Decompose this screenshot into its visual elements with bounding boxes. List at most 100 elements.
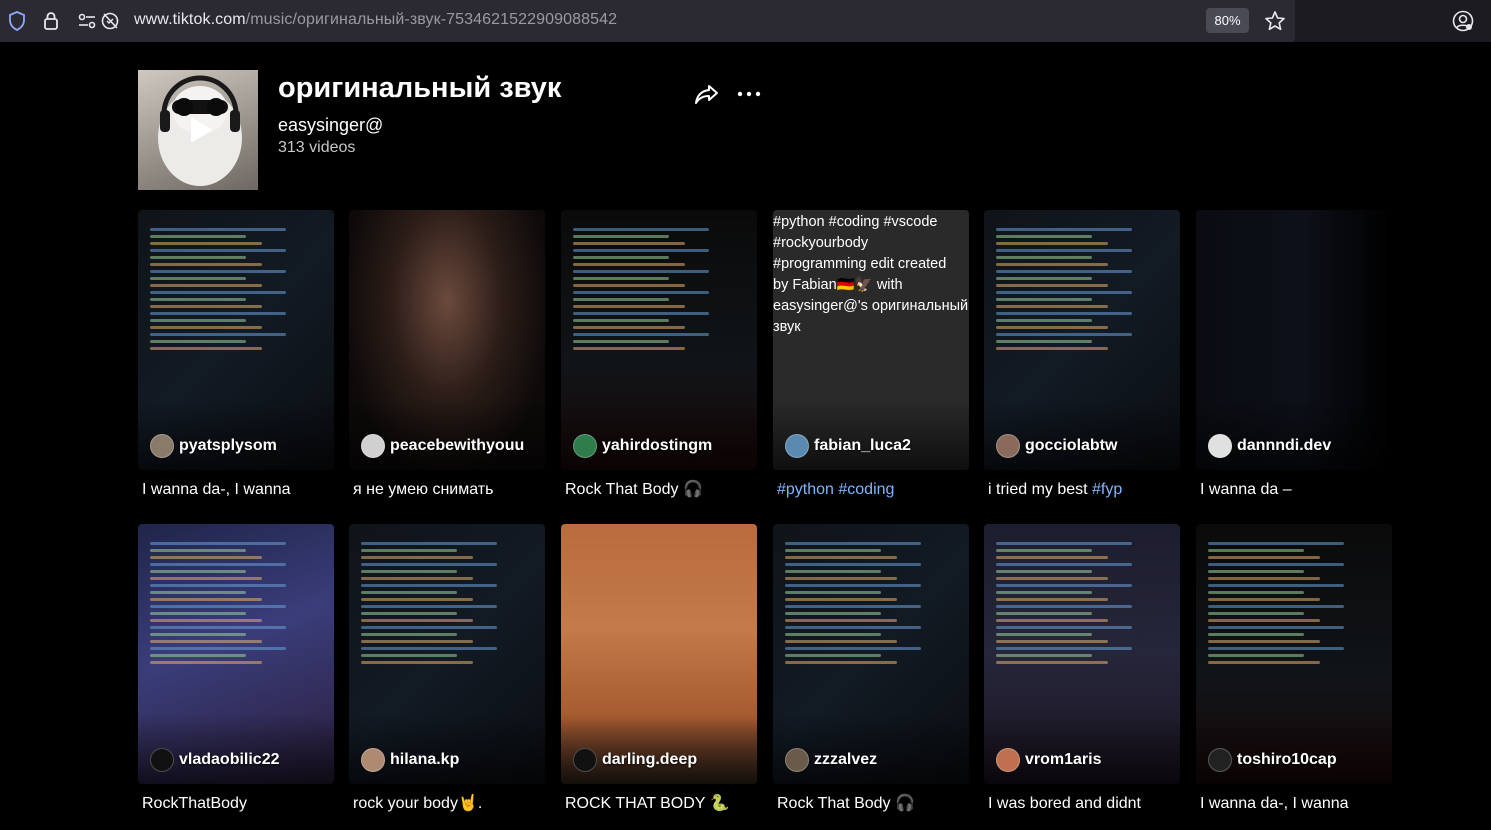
- video-thumbnail[interactable]: gocciolabtw: [984, 210, 1180, 470]
- video-caption[interactable]: я не умею снимать: [349, 479, 545, 501]
- video-thumbnail[interactable]: toshiro10cap: [1196, 524, 1392, 784]
- video-author[interactable]: yahirdostingm: [573, 434, 712, 458]
- video-caption[interactable]: ROCK THAT BODY 🐍: [561, 793, 757, 815]
- permissions-icon[interactable]: [78, 11, 124, 31]
- video-thumbnail[interactable]: vrom1aris: [984, 524, 1180, 784]
- account-icon[interactable]: [1452, 10, 1474, 32]
- video-thumbnail[interactable]: dannndi.dev: [1196, 210, 1392, 470]
- video-author[interactable]: zzzalvez: [785, 748, 877, 772]
- username[interactable]: toshiro10cap: [1237, 751, 1337, 769]
- code-screen-graphic: [996, 224, 1156, 354]
- caption-hashtags[interactable]: #fyp: [1092, 481, 1122, 498]
- video-author[interactable]: dannndi.dev: [1208, 434, 1331, 458]
- avatar[interactable]: [996, 434, 1020, 458]
- star-icon[interactable]: [1264, 10, 1286, 32]
- avatar[interactable]: [573, 434, 597, 458]
- video-card[interactable]: vrom1aris I was bored and didnt: [984, 524, 1180, 815]
- avatar[interactable]: [361, 748, 385, 772]
- avatar[interactable]: [1208, 434, 1232, 458]
- address-bar[interactable]: www.tiktok.com/music/оригинальный-звук-7…: [0, 0, 1295, 42]
- video-caption[interactable]: I wanna da –: [1196, 479, 1392, 501]
- avatar[interactable]: [150, 434, 174, 458]
- video-card[interactable]: vladaobilic22 RockThatBody: [138, 524, 334, 815]
- caption-text: ROCK THAT BODY 🐍: [565, 795, 730, 812]
- url-path: /music/оригинальный-звук-753462152290908…: [245, 11, 618, 28]
- code-screen-graphic: [785, 538, 945, 668]
- video-thumbnail[interactable]: vladaobilic22: [138, 524, 334, 784]
- video-author[interactable]: darling.deep: [573, 748, 697, 772]
- username[interactable]: peacebewithyouu: [390, 437, 524, 455]
- video-caption[interactable]: Rock That Body 🎧: [773, 793, 969, 815]
- video-thumbnail[interactable]: hilana.kp: [349, 524, 545, 784]
- username[interactable]: yahirdostingm: [602, 437, 712, 455]
- video-card[interactable]: zzzalvez Rock That Body 🎧: [773, 524, 969, 815]
- avatar[interactable]: [996, 748, 1020, 772]
- share-icon[interactable]: [694, 81, 720, 107]
- music-title: оригинальный звук: [278, 72, 562, 104]
- username[interactable]: darling.deep: [602, 751, 697, 769]
- code-screen-graphic: [996, 538, 1156, 668]
- username[interactable]: fabian_luca2: [814, 437, 911, 455]
- video-caption[interactable]: i tried my best #fyp: [984, 479, 1180, 501]
- video-author[interactable]: fabian_luca2: [785, 434, 911, 458]
- video-card[interactable]: gocciolabtw i tried my best #fyp: [984, 210, 1180, 501]
- video-author[interactable]: peacebewithyouu: [361, 434, 524, 458]
- video-caption[interactable]: I wanna da-, I wanna: [1196, 793, 1392, 815]
- video-author[interactable]: gocciolabtw: [996, 434, 1117, 458]
- lock-icon[interactable]: [43, 11, 59, 31]
- username[interactable]: hilana.kp: [390, 751, 459, 769]
- video-author[interactable]: hilana.kp: [361, 748, 459, 772]
- video-card[interactable]: hilana.kp rock your body🤘.: [349, 524, 545, 815]
- avatar[interactable]: [785, 434, 809, 458]
- shield-icon[interactable]: [8, 11, 26, 31]
- video-count: 313 videos: [278, 139, 356, 156]
- username[interactable]: zzzalvez: [814, 751, 877, 769]
- video-caption[interactable]: RockThatBody: [138, 793, 334, 815]
- video-card[interactable]: peacebewithyouu я не умею снимать: [349, 210, 545, 501]
- play-icon[interactable]: [186, 116, 214, 144]
- video-thumbnail[interactable]: peacebewithyouu: [349, 210, 545, 470]
- video-card[interactable]: toshiro10cap I wanna da-, I wanna: [1196, 524, 1392, 815]
- video-card[interactable]: yahirdostingm Rock That Body 🎧: [561, 210, 757, 501]
- avatar[interactable]: [573, 748, 597, 772]
- caption-text: rock your body🤘.: [353, 795, 483, 812]
- more-icon[interactable]: [736, 81, 762, 107]
- video-caption[interactable]: I was bored and didnt: [984, 793, 1180, 815]
- video-card[interactable]: darling.deep ROCK THAT BODY 🐍: [561, 524, 757, 815]
- video-author[interactable]: toshiro10cap: [1208, 748, 1337, 772]
- video-overlay-text: #python #coding #vscode #rockyourbody #pro…: [773, 210, 969, 338]
- video-caption[interactable]: rock your body🤘.: [349, 793, 545, 815]
- video-caption[interactable]: Rock That Body 🎧: [561, 479, 757, 501]
- video-author[interactable]: pyatsplysom: [150, 434, 277, 458]
- username[interactable]: vrom1aris: [1025, 751, 1102, 769]
- username[interactable]: vladaobilic22: [179, 751, 280, 769]
- zoom-level-badge[interactable]: 80%: [1206, 8, 1249, 33]
- video-card[interactable]: pyatsplysom I wanna da-, I wanna: [138, 210, 334, 501]
- avatar[interactable]: [785, 748, 809, 772]
- caption-text: I wanna da –: [1200, 481, 1292, 498]
- video-caption[interactable]: I wanna da-, I wanna: [138, 479, 334, 501]
- caption-hashtags[interactable]: #python #coding: [777, 481, 894, 498]
- avatar[interactable]: [1208, 748, 1232, 772]
- video-card[interactable]: dannndi.dev I wanna da –: [1196, 210, 1392, 501]
- music-author[interactable]: easysinger@: [278, 115, 383, 136]
- video-thumbnail[interactable]: darling.deep: [561, 524, 757, 784]
- video-author[interactable]: vladaobilic22: [150, 748, 280, 772]
- username[interactable]: gocciolabtw: [1025, 437, 1117, 455]
- video-thumbnail[interactable]: pyatsplysom: [138, 210, 334, 470]
- username[interactable]: pyatsplysom: [179, 437, 277, 455]
- video-thumbnail[interactable]: yahirdostingm: [561, 210, 757, 470]
- url-text[interactable]: www.tiktok.com/music/оригинальный-звук-7…: [134, 11, 617, 29]
- video-author[interactable]: vrom1aris: [996, 748, 1102, 772]
- avatar[interactable]: [361, 434, 385, 458]
- caption-text: RockThatBody: [142, 795, 247, 812]
- video-card[interactable]: #python #coding #vscode #rockyourbody #pro…: [773, 210, 969, 501]
- video-caption[interactable]: #python #coding: [773, 479, 969, 501]
- overlay-line: #python #coding #vscode: [773, 214, 938, 230]
- username[interactable]: dannndi.dev: [1237, 437, 1331, 455]
- video-thumbnail[interactable]: zzzalvez: [773, 524, 969, 784]
- caption-text: I was bored and didnt: [988, 795, 1141, 812]
- avatar[interactable]: [150, 748, 174, 772]
- video-thumbnail[interactable]: #python #coding #vscode #rockyourbody #pro…: [773, 210, 969, 470]
- caption-text: Rock That Body 🎧: [565, 481, 703, 498]
